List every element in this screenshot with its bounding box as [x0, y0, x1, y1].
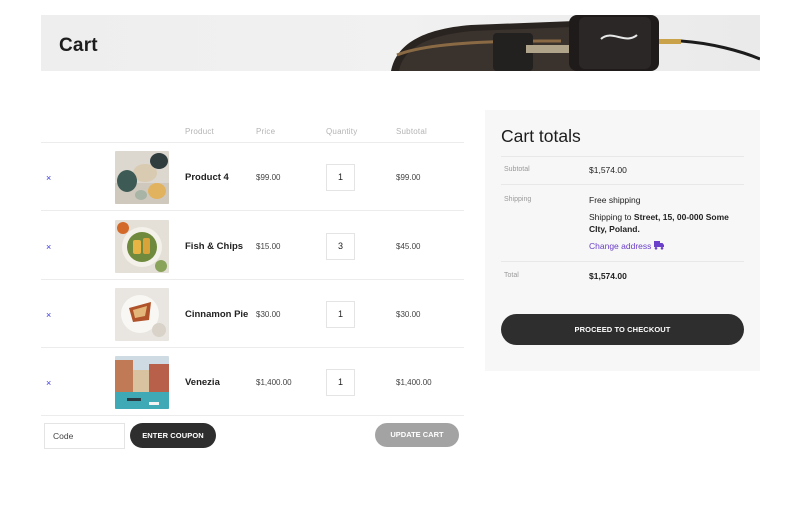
quantity-input[interactable]: 1 — [326, 164, 355, 191]
shipping-address-line1: Street, 15, 00-000 Some — [633, 212, 729, 222]
totals-divider — [501, 184, 744, 185]
column-header-subtotal: Subtotal — [396, 127, 427, 136]
fish-chips-image — [115, 220, 169, 273]
product-subtotal: $30.00 — [396, 310, 421, 319]
product-name[interactable]: Venezia — [185, 377, 220, 388]
product-thumbnail[interactable] — [115, 356, 169, 409]
product-name[interactable]: Fish & Chips — [185, 241, 243, 252]
cart-row: × Venezia $1,400.00 1 $1,400.00 — [41, 348, 464, 416]
remove-item-button[interactable]: × — [46, 310, 51, 320]
product-price: $1,400.00 — [256, 378, 292, 387]
cart-row: × Fish & Chips $15.00 3 $45.00 — [41, 212, 464, 280]
cinnamon-pie-image — [115, 288, 169, 341]
product-price: $15.00 — [256, 242, 281, 251]
shipping-to-text: Shipping to — [589, 212, 634, 222]
product-price: $30.00 — [256, 310, 281, 319]
product-subtotal: $1,400.00 — [396, 378, 432, 387]
remove-item-button[interactable]: × — [46, 242, 51, 252]
total-amount: $1,574.00 — [589, 271, 627, 281]
product-price: $99.00 — [256, 173, 281, 182]
enter-coupon-button[interactable]: ENTER COUPON — [130, 423, 216, 448]
pumpkins-image — [115, 151, 169, 204]
product-name[interactable]: Cinnamon Pie — [185, 309, 248, 320]
venezia-image — [115, 356, 169, 409]
shipping-method: Free shipping — [589, 195, 641, 205]
remove-item-button[interactable]: × — [46, 173, 51, 183]
headphone-banner-image — [391, 15, 760, 71]
column-header-price: Price — [256, 127, 276, 136]
shipping-destination: Shipping to Street, 15, 00-000 Some — [589, 212, 729, 222]
product-subtotal: $99.00 — [396, 173, 421, 182]
coupon-code-input[interactable]: Code — [44, 423, 125, 449]
totals-divider — [501, 156, 744, 157]
product-thumbnail[interactable] — [115, 288, 169, 341]
remove-item-button[interactable]: × — [46, 378, 51, 388]
subtotal-label: Subtotal — [504, 166, 530, 173]
quantity-input[interactable]: 1 — [326, 301, 355, 328]
column-header-quantity: Quantity — [326, 127, 358, 136]
shipping-address-line2: CIty, Poland. — [589, 224, 640, 234]
product-thumbnail[interactable] — [115, 151, 169, 204]
product-subtotal: $45.00 — [396, 242, 421, 251]
column-header-product: Product — [185, 127, 214, 136]
subtotal-value: $1,574.00 — [589, 165, 627, 175]
proceed-to-checkout-button[interactable]: PROCEED TO CHECKOUT — [501, 314, 744, 345]
change-address-link[interactable]: Change address — [589, 241, 665, 251]
total-value: $1,574.00 — [589, 271, 627, 281]
totals-divider — [501, 261, 744, 262]
quantity-input[interactable]: 1 — [326, 369, 355, 396]
cart-row: × Cinnamon Pie $30.00 1 $30.00 — [41, 280, 464, 348]
page-header-banner: Cart — [41, 15, 760, 71]
cart-row: × Product 4 $99.00 1 $99.00 — [41, 143, 464, 211]
product-name[interactable]: Product 4 — [185, 172, 229, 183]
shipping-label: Shipping — [504, 196, 532, 203]
change-address-label[interactable]: Change address — [589, 241, 651, 251]
cart-totals-title: Cart totals — [501, 126, 581, 146]
update-cart-button[interactable]: UPDATE CART — [375, 423, 459, 447]
shipping-address-line2-text: CIty, Poland. — [589, 224, 640, 234]
truck-icon — [654, 241, 665, 250]
total-label: Total — [504, 272, 519, 279]
product-thumbnail[interactable] — [115, 220, 169, 273]
quantity-input[interactable]: 3 — [326, 233, 355, 260]
cart-totals-panel: Cart totals Subtotal $1,574.00 Shipping … — [485, 110, 760, 371]
page-title: Cart — [59, 35, 98, 56]
